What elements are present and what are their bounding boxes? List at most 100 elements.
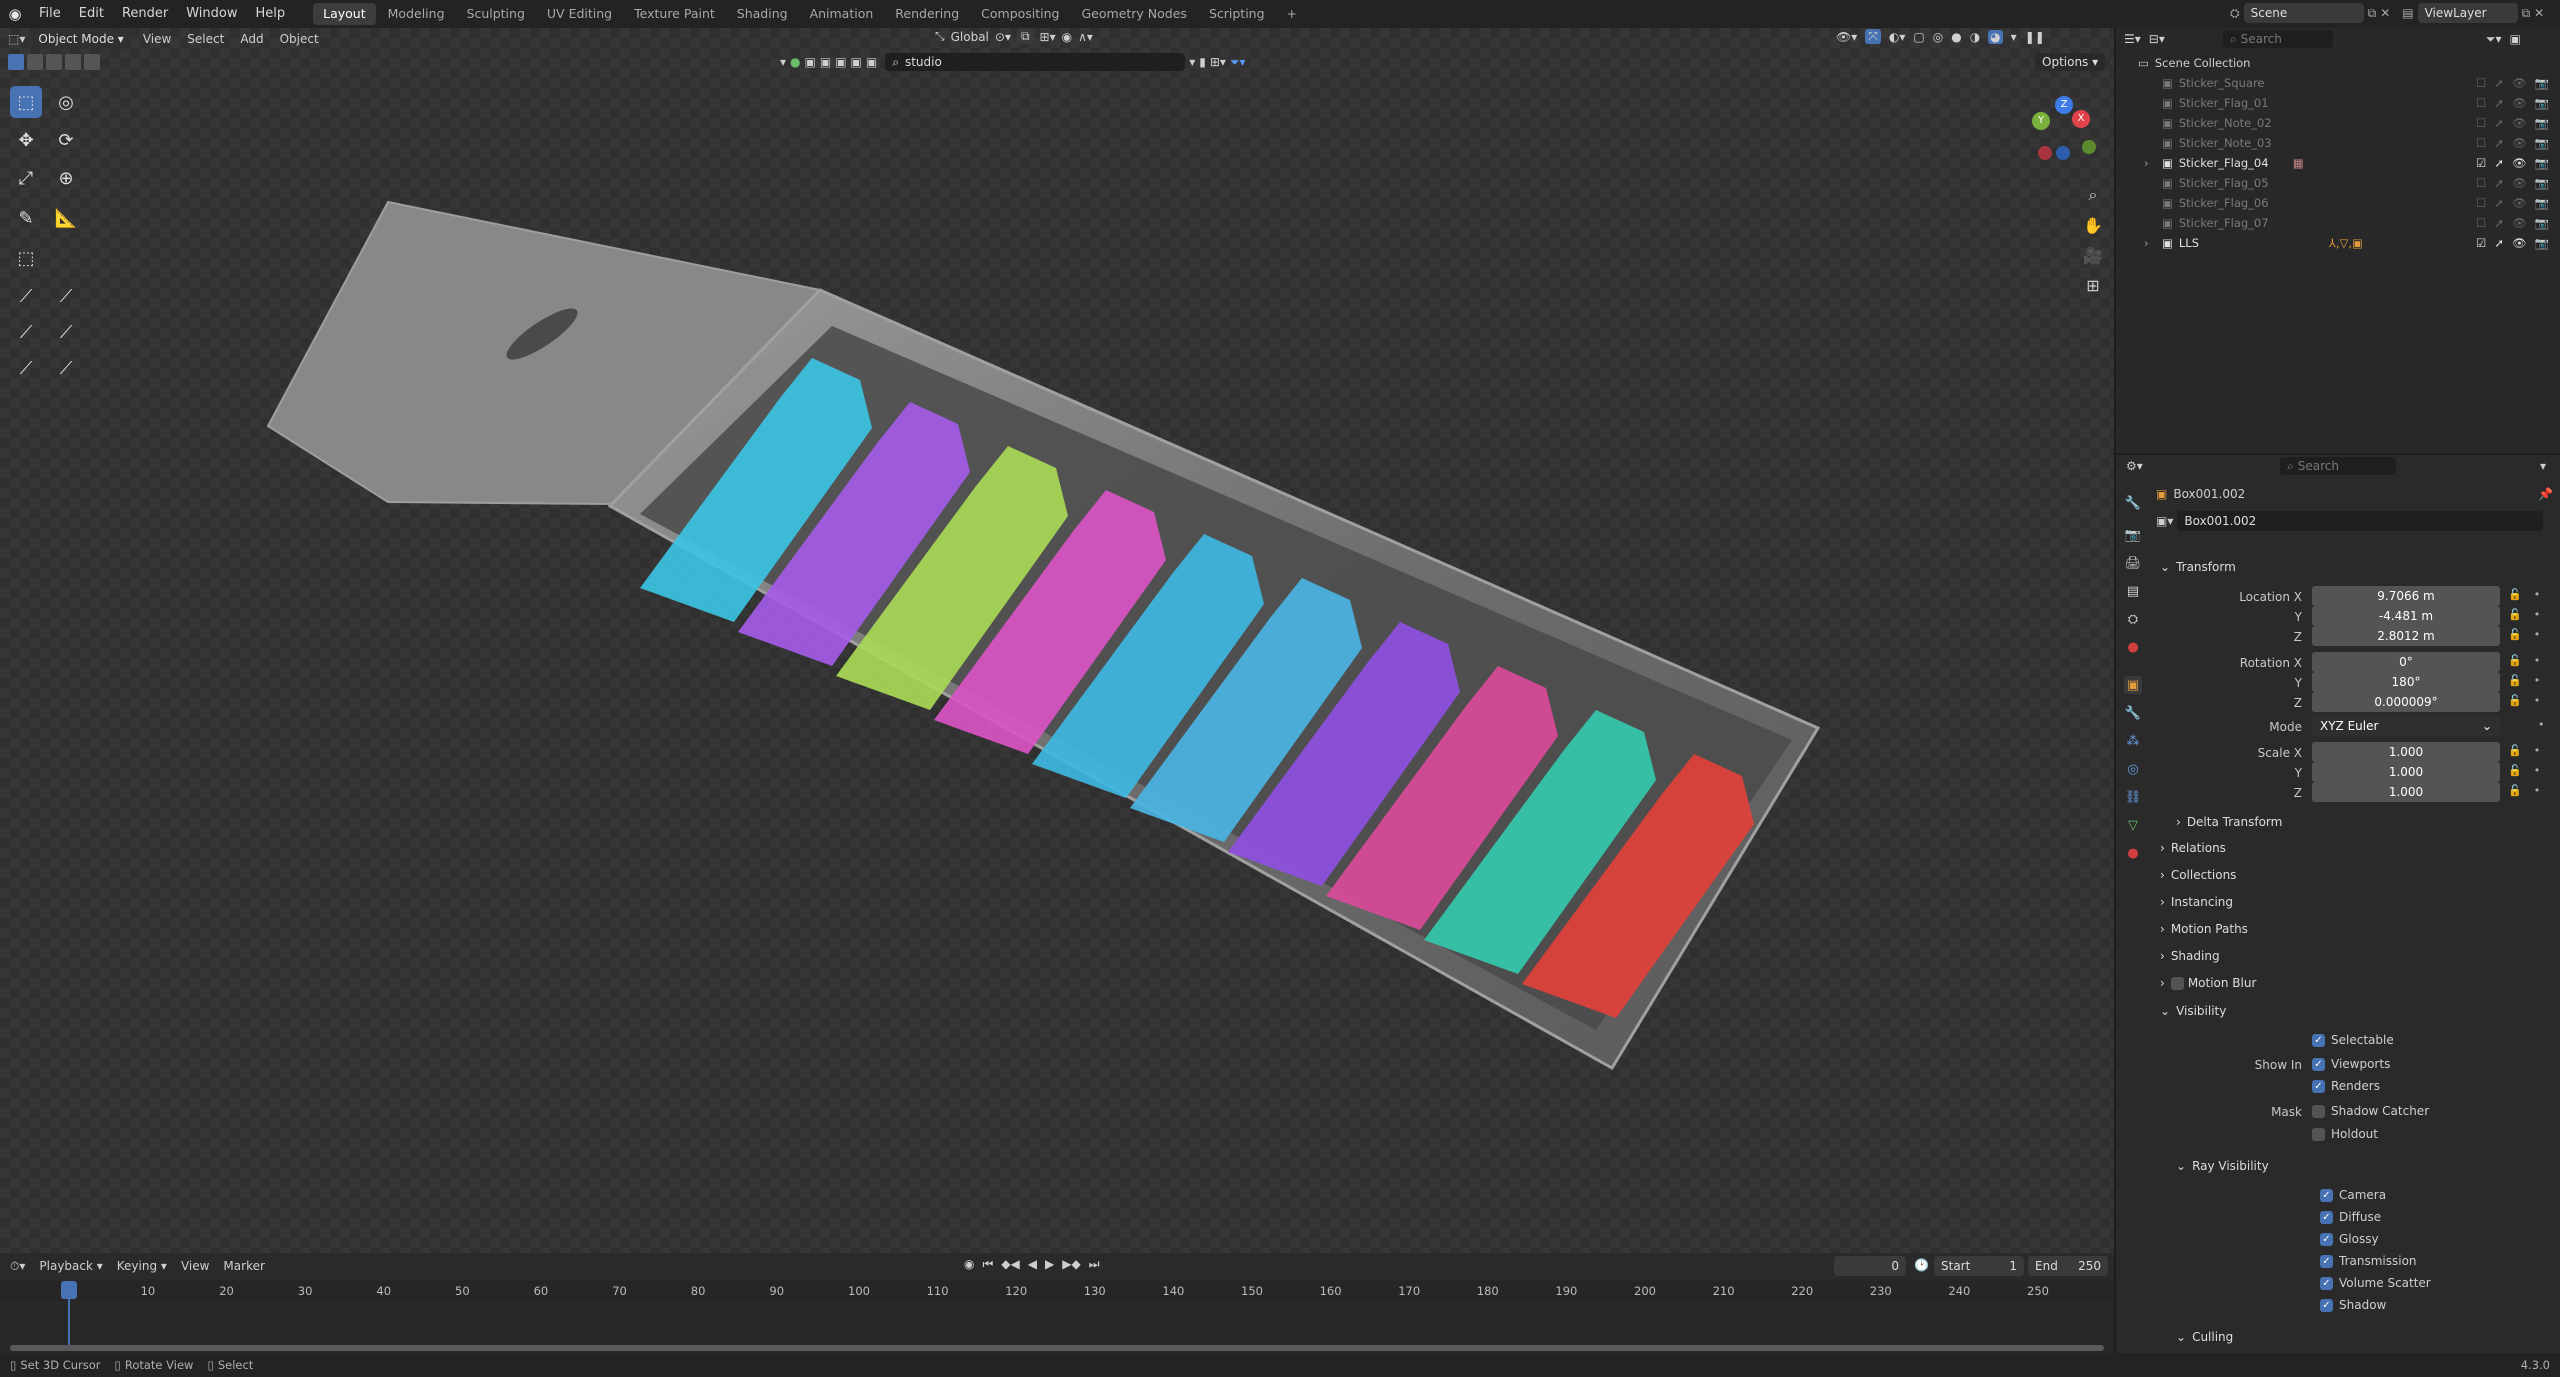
pan-hand-icon[interactable]: ✋ (2078, 210, 2108, 240)
new-view-layer-icon[interactable]: ⧉ (2522, 6, 2531, 21)
checkbox-unchecked-icon[interactable] (2170, 976, 2184, 990)
exclude-checkbox-icon[interactable]: ☐ (2476, 116, 2486, 130)
filter-icon[interactable]: ⏷▾ (1230, 55, 1246, 70)
exclude-checkbox-icon[interactable]: ☐ (2476, 216, 2486, 230)
outliner-item[interactable]: › ▣ Sticker_Flag_04 ▦ ☑ ➚ 👁 📷 (2116, 153, 2560, 173)
hdri-search-field[interactable]: ⌕ studio (885, 53, 1186, 71)
camera-render-icon[interactable]: 📷 (2535, 156, 2549, 170)
3d-viewport[interactable]: ⬚▾ Object Mode ▾ View Select Add Object … (0, 28, 2114, 1253)
data-tab-icon[interactable]: ▽ (2124, 816, 2142, 834)
ray-transmission-checkbox[interactable]: ✓ Transmission (2320, 1254, 2417, 1268)
ray-visibility-header[interactable]: ⌄ Ray Visibility (2176, 1155, 2560, 1177)
camera-render-icon[interactable]: 📷 (2535, 76, 2549, 90)
rotation-y-field[interactable]: 180° (2312, 672, 2500, 692)
panel-instancing[interactable]: › Instancing (2160, 891, 2560, 913)
workspace-tab-animation[interactable]: Animation (800, 3, 884, 25)
eye-icon[interactable]: 👁 (2512, 96, 2527, 110)
rendered-shading-icon[interactable]: ◕ (1988, 29, 2003, 44)
renders-checkbox[interactable]: ✓ Renders (2312, 1079, 2380, 1093)
panel-motion-blur[interactable]: › Motion Blur (2160, 972, 2560, 994)
lock-icon[interactable]: 🔓 (2508, 694, 2522, 707)
particles-tab-icon[interactable]: ⁂ (2124, 732, 2142, 750)
eye-icon[interactable]: 👁 (2512, 136, 2527, 150)
workspace-tab-texture-paint[interactable]: Texture Paint (624, 3, 725, 25)
scene-collection-row[interactable]: ▭ Scene Collection (2116, 53, 2560, 73)
workspace-tab-geometry-nodes[interactable]: Geometry Nodes (1072, 3, 1197, 25)
scale-x-field[interactable]: 1.000 (2312, 742, 2500, 762)
playhead[interactable] (61, 1281, 77, 1299)
axis-y-icon[interactable]: Y (2032, 112, 2050, 130)
eye-icon[interactable]: 👁 (2512, 156, 2527, 170)
select-box-mode-icon[interactable] (8, 54, 24, 70)
scale-z-field[interactable]: 1.000 (2312, 782, 2500, 802)
rotation-z-field[interactable]: 0.000009° (2312, 692, 2500, 712)
delete-view-layer-icon[interactable]: ✕ (2534, 6, 2544, 20)
outliner-editor-type-icon[interactable]: ☰▾ (2124, 32, 2141, 46)
select-subtract-mode-icon[interactable] (46, 54, 62, 70)
render-tab-icon[interactable]: 📷 (2124, 526, 2142, 544)
physics-tab-icon[interactable]: ◎ (2124, 760, 2142, 778)
eye-icon[interactable]: 👁 (2512, 236, 2527, 250)
expand-arrow-icon[interactable]: › (2144, 236, 2158, 250)
menu-render[interactable]: Render (113, 0, 177, 28)
selectable-arrow-icon[interactable]: ➚ (2494, 176, 2504, 190)
menu-file[interactable]: File (30, 0, 70, 28)
transform-panel-header[interactable]: ⌄ Transform (2160, 556, 2560, 578)
outliner-item[interactable]: ▣ Sticker_Note_03 ☐ ➚ 👁 📷 (2116, 133, 2560, 153)
rotate-tool[interactable]: ⟳ (50, 124, 82, 156)
axis-x-icon[interactable]: X (2072, 110, 2090, 128)
props-options-icon[interactable]: ▾ (2540, 459, 2546, 473)
panel-shading[interactable]: › Shading (2160, 945, 2560, 967)
view-layer-selector[interactable]: ViewLayer (2417, 3, 2518, 23)
eye-icon[interactable]: 👁 (2512, 176, 2527, 190)
vp-menu-add[interactable]: Add (240, 32, 263, 46)
camera-render-icon[interactable]: 📷 (2535, 136, 2549, 150)
eye-icon[interactable]: 👁 (2512, 196, 2527, 210)
keyframe-dot-icon[interactable]: • (2538, 718, 2545, 731)
extra-tool-4[interactable]: ⟋ (50, 352, 82, 384)
keyframe-dot-icon[interactable]: • (2534, 588, 2541, 601)
visibility-icon[interactable]: 👁▾ (1836, 30, 1857, 44)
timeline-menu-view[interactable]: View (181, 1259, 209, 1273)
auto-keying-icon[interactable]: ◉ (964, 1257, 974, 1272)
properties-search[interactable]: ⌕ Search (2280, 457, 2396, 475)
workspace-tab-sculpting[interactable]: Sculpting (457, 3, 535, 25)
lock-icon[interactable]: 🔓 (2508, 654, 2522, 667)
outliner-item[interactable]: ▣ Sticker_Flag_01 ☐ ➚ 👁 📷 (2116, 93, 2560, 113)
workspace-tab-modeling[interactable]: Modeling (378, 3, 455, 25)
rotation-x-field[interactable]: 0° (2312, 652, 2500, 672)
bookmark-icon[interactable]: ▮ (1199, 55, 1206, 69)
proportional-edit-icon[interactable]: ◉ (1062, 30, 1072, 44)
vp-menu-view[interactable]: View (143, 32, 171, 46)
navigation-gizmo[interactable]: Z Y X (2020, 92, 2100, 172)
extra-tool-3[interactable]: ⟋ (10, 352, 42, 384)
eye-icon[interactable]: 👁 (2512, 216, 2527, 230)
timeline-menu-playback[interactable]: Playback ▾ (39, 1259, 102, 1273)
scale-y-field[interactable]: 1.000 (2312, 762, 2500, 782)
delta-transform-header[interactable]: › Delta Transform (2176, 811, 2560, 833)
shear-tool-2[interactable]: ⟋ (50, 280, 82, 312)
play-reverse-icon[interactable]: ◀ (1028, 1257, 1037, 1272)
exclude-checkbox-icon[interactable]: ☐ (2476, 196, 2486, 210)
camera-render-icon[interactable]: 📷 (2535, 216, 2549, 230)
ray-volume-scatter-checkbox[interactable]: ✓ Volume Scatter (2320, 1276, 2431, 1290)
orientation-dropdown[interactable]: Global (951, 30, 989, 44)
filter-dropdown-icon[interactable]: ▾ (780, 55, 786, 69)
keyframe-dot-icon[interactable]: • (2534, 694, 2541, 707)
next-keyframe-icon[interactable]: ▶◆ (1062, 1257, 1080, 1272)
object-name-field[interactable]: Box001.002 (2177, 511, 2544, 531)
keyframe-dot-icon[interactable]: • (2534, 784, 2541, 797)
cursor-tool[interactable]: ◎ (50, 86, 82, 118)
timeline-menu-keying[interactable]: Keying ▾ (117, 1259, 167, 1273)
camera-render-icon[interactable]: 📷 (2535, 236, 2549, 250)
material-shading-icon[interactable]: ◑ (1970, 30, 1980, 44)
props-editor-type-icon[interactable]: ⚙▾ (2126, 459, 2143, 473)
end-frame-field[interactable]: End 250 (2028, 1256, 2108, 1276)
toggle-icon-3[interactable]: ▣ (835, 55, 846, 69)
axis-z-icon[interactable]: Z (2055, 96, 2073, 114)
toggle-icon-2[interactable]: ▣ (820, 55, 831, 69)
panel-collections[interactable]: › Collections (2160, 864, 2560, 886)
holdout-checkbox[interactable]: Holdout (2312, 1127, 2378, 1141)
outliner-filter-icon[interactable]: ⏷▾ (2486, 32, 2502, 47)
object-tab-icon[interactable]: ▣ (2124, 676, 2142, 694)
